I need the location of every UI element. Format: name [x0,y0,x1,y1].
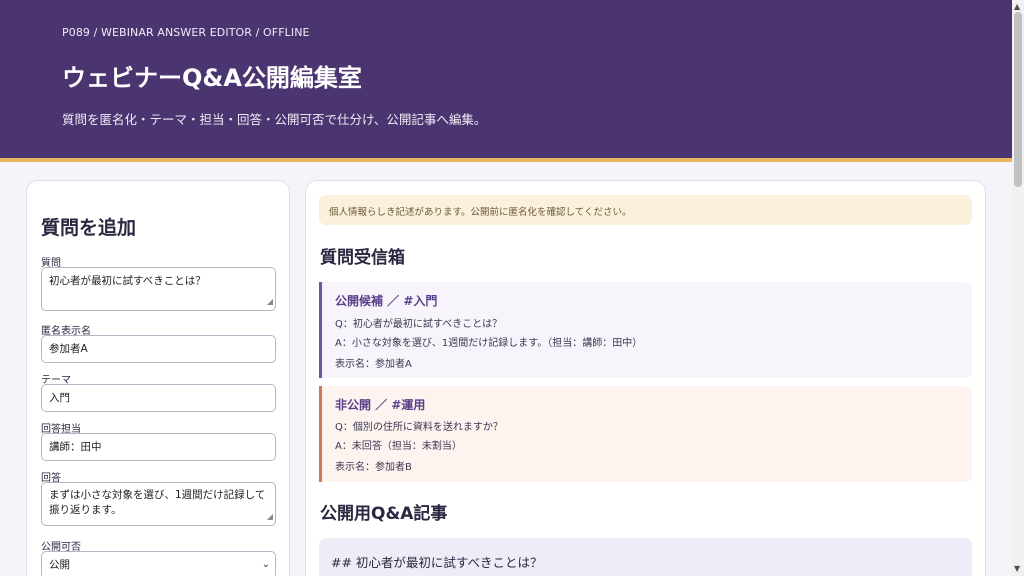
article-title: 公開用Q&A記事 [320,504,448,524]
add-question-title: 質問を追加 [41,217,137,239]
resize-grip-icon[interactable]: ◢ [267,509,273,524]
answer-text: A：未回答（担当：未割当） [335,441,462,452]
question-card-heading: 公開候補 ／ #入門 [335,294,438,308]
page-title: ウェビナーQ&A公開編集室 [62,64,362,92]
article-first-line: ## 初心者が最初に試すべきことは？ [331,555,543,570]
publish-select[interactable]: 公開 ⌄ [41,551,276,576]
question-value: 初心者が最初に試すべきことは？ [49,275,206,287]
header-accent-line [0,158,1012,162]
inbox-panel: 個人情報らしき記述があります。公開前に匿名化を確認してください。 質問受信箱 公… [305,180,986,576]
display-name-text: 表示名：参加者B [335,462,412,473]
scroll-up-icon[interactable]: ▲ [1014,2,1020,11]
question-text: Q：個別の住所に資料を送れますか？ [335,422,503,433]
breadcrumb: P089 / WEBINAR ANSWER EDITOR / OFFLINE [62,26,310,39]
privacy-warning: 個人情報らしき記述があります。公開前に匿名化を確認してください。 [319,195,972,225]
theme-value: 入門 [49,392,70,404]
scrollbar-thumb[interactable] [1014,12,1022,187]
inbox-title: 質問受信箱 [320,248,405,268]
answer-value: まずは小さな対象を選び、1週間だけ記録して振り返ります。 [49,489,266,516]
question-card[interactable]: 公開候補 ／ #入門 Q：初心者が最初に試すべきことは？ A：小さな対象を選び、… [319,282,972,378]
add-question-panel: 質問を追加 質問 初心者が最初に試すべきことは？ ◢ 匿名表示名 参加者A テー… [26,180,290,576]
app-header: P089 / WEBINAR ANSWER EDITOR / OFFLINE ウ… [0,0,1012,158]
resize-grip-icon[interactable]: ◢ [267,294,273,309]
answer-text: A：小さな対象を選び、1週間だけ記録します。（担当：講師：田中） [335,338,643,349]
publish-value: 公開 [49,559,70,571]
chevron-down-icon: ⌄ [261,559,270,570]
display-name-text: 表示名：参加者A [335,359,412,370]
question-text: Q：初心者が最初に試すべきことは？ [335,319,503,330]
theme-input[interactable]: 入門 [41,384,276,412]
assignee-input[interactable]: 講師：田中 [41,433,276,461]
anon-name-input[interactable]: 参加者A [41,335,276,363]
page-subtitle: 質問を匿名化・テーマ・担当・回答・公開可否で仕分け、公開記事へ編集。 [62,112,487,127]
article-preview: ## 初心者が最初に試すべきことは？ [319,538,972,576]
question-card[interactable]: 非公開 ／ #運用 Q：個別の住所に資料を送れますか？ A：未回答（担当：未割当… [319,386,972,482]
question-card-heading: 非公開 ／ #運用 [335,398,426,412]
question-textarea[interactable]: 初心者が最初に試すべきことは？ ◢ [41,267,276,311]
scroll-down-icon[interactable]: ▼ [1014,564,1020,573]
answer-textarea[interactable]: まずは小さな対象を選び、1週間だけ記録して振り返ります。 ◢ [41,482,276,526]
anon-name-value: 参加者A [49,343,88,355]
assignee-value: 講師：田中 [49,441,102,453]
